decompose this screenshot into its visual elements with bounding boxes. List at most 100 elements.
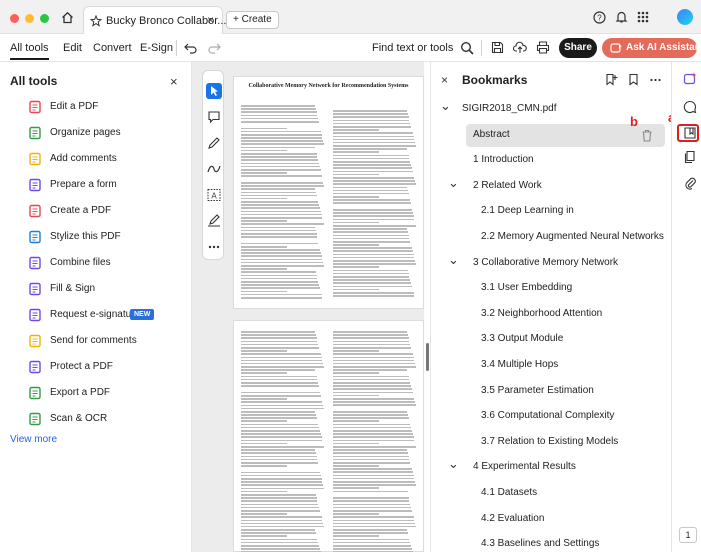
text-line	[333, 279, 411, 281]
trash-icon[interactable]	[641, 129, 653, 142]
tool-item[interactable]: Add comments	[0, 148, 190, 172]
text-line	[241, 487, 325, 490]
sign-tool-button[interactable]	[206, 213, 222, 229]
text-line	[241, 452, 316, 454]
tool-item[interactable]: Stylize this PDF	[0, 226, 190, 250]
text-line	[241, 378, 318, 381]
bookmark-label: 3.3 Output Module	[481, 333, 564, 345]
home-icon[interactable]	[61, 11, 74, 24]
text-line	[333, 471, 413, 474]
tool-item[interactable]: Fill & Sign	[0, 278, 190, 302]
pdf-page-2[interactable]	[233, 320, 424, 552]
tools-panel-close-icon[interactable]: ×	[170, 74, 178, 89]
redo-icon[interactable]	[208, 42, 221, 54]
bookmarks-rail-icon[interactable]	[683, 126, 697, 140]
text-line	[333, 154, 409, 157]
text-line	[333, 129, 380, 131]
comments-icon[interactable]	[683, 100, 697, 114]
text-line	[333, 535, 380, 538]
new-badge: NEW	[130, 309, 155, 320]
panel-resize-handle[interactable]	[426, 343, 429, 371]
text-line	[333, 541, 411, 544]
toolbar-divider	[481, 40, 482, 56]
create-tab-button[interactable]: + Create	[226, 11, 279, 29]
menu-all-tools[interactable]: All tools	[10, 42, 49, 60]
search-icon[interactable]	[460, 41, 474, 55]
menu-esign[interactable]: E-Sign	[140, 42, 173, 54]
page-number-indicator[interactable]: 1	[679, 527, 697, 543]
avatar[interactable]	[677, 9, 693, 25]
text-line	[333, 224, 417, 227]
text-line	[333, 282, 412, 284]
text-line	[241, 465, 288, 467]
share-button[interactable]: Share	[559, 38, 597, 58]
text-line	[241, 217, 323, 219]
pages-thumbnail-icon[interactable]	[683, 150, 697, 164]
more-tools-button[interactable]	[206, 239, 222, 255]
menu-edit[interactable]: Edit	[63, 42, 82, 54]
more-options-icon[interactable]	[649, 73, 662, 86]
bookmark-label: 3.6 Computational Complexity	[481, 410, 615, 422]
attachment-icon[interactable]	[683, 176, 697, 190]
text-line	[241, 516, 322, 518]
text-line	[333, 176, 415, 179]
text-line	[241, 334, 316, 336]
apps-grid-icon[interactable]	[636, 10, 650, 24]
tool-item[interactable]: Organize pages	[0, 122, 190, 146]
find-text-or-tools[interactable]: Find text or tools	[372, 42, 453, 54]
text-line	[333, 138, 415, 141]
chevron-down-icon[interactable]: ⌄	[448, 175, 459, 191]
tool-item[interactable]: Prepare a form	[0, 174, 190, 198]
tool-item[interactable]: Send for comments	[0, 330, 190, 354]
tool-item[interactable]: Export a PDF	[0, 382, 190, 406]
chevron-down-icon[interactable]: ⌄	[448, 456, 459, 472]
text-line	[241, 382, 319, 384]
tool-item[interactable]: Edit a PDF	[0, 96, 190, 120]
text-line	[241, 226, 315, 229]
comment-tool-button[interactable]	[206, 109, 222, 125]
text-line	[241, 545, 320, 547]
tool-item[interactable]: Combine files	[0, 252, 190, 276]
add-bookmark-icon[interactable]	[605, 73, 618, 86]
star-icon[interactable]	[90, 15, 102, 27]
text-line	[241, 458, 318, 461]
bell-icon[interactable]	[615, 10, 628, 24]
print-icon[interactable]	[536, 41, 550, 54]
text-line	[241, 439, 323, 442]
tool-item[interactable]: Create a PDF	[0, 200, 190, 224]
text-line	[333, 353, 413, 355]
tool-label: Add comments	[50, 153, 117, 164]
upload-cloud-icon[interactable]	[513, 41, 527, 54]
tab-close-icon[interactable]: ×	[207, 13, 214, 27]
bookmark-icon[interactable]	[627, 73, 640, 86]
tool-label: Combine files	[50, 257, 111, 268]
text-line	[333, 430, 412, 432]
minimize-window-button[interactable]	[25, 14, 34, 23]
tool-item[interactable]: Scan & OCR	[0, 408, 190, 432]
undo-icon[interactable]	[184, 42, 197, 54]
tool-item[interactable]: Request e-signatures NEW	[0, 304, 190, 328]
highlight-tool-button[interactable]	[206, 135, 222, 151]
help-icon[interactable]: ?	[593, 11, 606, 24]
save-icon[interactable]	[491, 41, 504, 54]
text-line	[241, 120, 320, 123]
view-more-link[interactable]: View more	[10, 434, 57, 445]
maximize-window-button[interactable]	[40, 14, 49, 23]
document-tab[interactable]: Bucky Bronco Collabor... ×	[83, 6, 226, 34]
tool-item[interactable]: Protect a PDF	[0, 356, 190, 380]
tool-label: Stylize this PDF	[50, 231, 121, 242]
text-line	[241, 140, 324, 142]
draw-tool-button[interactable]	[206, 161, 222, 177]
chevron-down-icon[interactable]: ⌄	[440, 98, 451, 114]
pdf-page-1[interactable]: Collaborative Memory Network for Recomme…	[233, 76, 424, 309]
ai-sparkle-icon[interactable]	[683, 72, 697, 86]
toolbar-divider	[176, 40, 177, 56]
text-tool-button[interactable]: A	[206, 187, 222, 203]
ask-ai-assistant-button[interactable]: Ask AI Assistant	[602, 38, 701, 58]
bookmarks-close-icon[interactable]: ×	[441, 73, 448, 87]
close-window-button[interactable]	[10, 14, 19, 23]
select-tool-button[interactable]	[206, 83, 222, 99]
text-line	[241, 366, 325, 368]
menu-convert[interactable]: Convert	[93, 42, 132, 54]
chevron-down-icon[interactable]: ⌄	[448, 252, 459, 268]
